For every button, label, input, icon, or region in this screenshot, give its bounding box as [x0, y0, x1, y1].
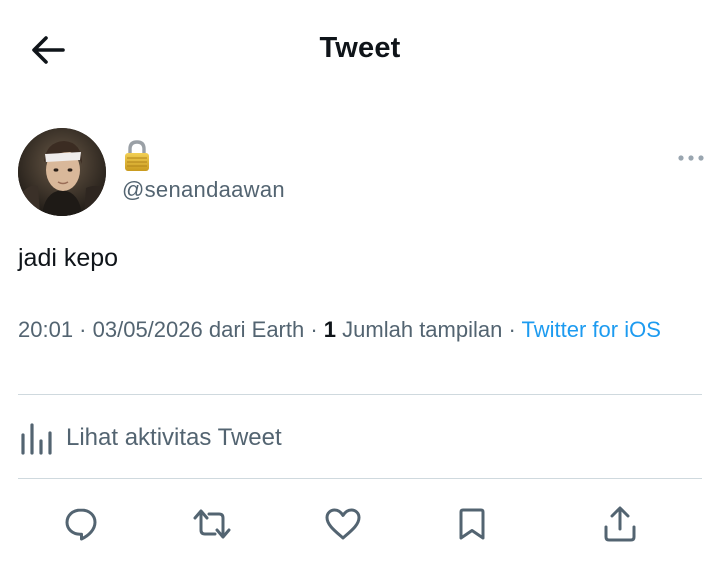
- tweet-actions: [0, 498, 720, 550]
- reply-button[interactable]: [55, 498, 107, 550]
- like-button[interactable]: [317, 498, 369, 550]
- meta-separator: ·: [73, 317, 93, 342]
- tweet-activity-link[interactable]: Lihat aktivitas Tweet: [18, 418, 282, 458]
- top-bar: Tweet: [0, 0, 720, 100]
- retweet-icon: [193, 509, 231, 539]
- tweet-date[interactable]: 03/05/2026: [93, 317, 203, 342]
- views-count: 1: [323, 317, 337, 342]
- more-options-button[interactable]: [674, 148, 708, 168]
- share-button[interactable]: [594, 498, 646, 550]
- meta-separator: ·: [502, 317, 522, 342]
- bar-chart-icon: [21, 423, 52, 455]
- views-label: Jumlah tampilan: [336, 317, 503, 342]
- divider: [18, 394, 702, 395]
- activity-label: Lihat aktivitas Tweet: [66, 424, 282, 451]
- bookmark-icon: [459, 508, 485, 540]
- bookmark-button[interactable]: [446, 498, 498, 550]
- tweet-time[interactable]: 20:01: [18, 317, 73, 342]
- page-title: Tweet: [319, 32, 401, 64]
- meta-separator: ·: [304, 317, 324, 342]
- client-link[interactable]: Twitter for iOS: [522, 317, 661, 342]
- retweet-button[interactable]: [186, 498, 238, 550]
- profile-photo: [18, 128, 106, 216]
- tweet-text: jadi kepo: [18, 244, 119, 272]
- more-dots-icon: [678, 155, 704, 161]
- tweet-location: dari Earth: [202, 317, 305, 342]
- heart-icon: [325, 508, 361, 540]
- tweet-meta: 20:01 · 03/05/2026 dari Earth · 1 Jumlah…: [18, 314, 708, 345]
- lock-icon: [122, 140, 152, 172]
- tweet-author: @senandaawan: [18, 128, 708, 218]
- share-icon: [604, 506, 636, 542]
- author-handle[interactable]: @senandaawan: [122, 177, 285, 203]
- divider: [18, 478, 702, 479]
- reply-icon: [65, 508, 97, 541]
- avatar[interactable]: [18, 128, 106, 216]
